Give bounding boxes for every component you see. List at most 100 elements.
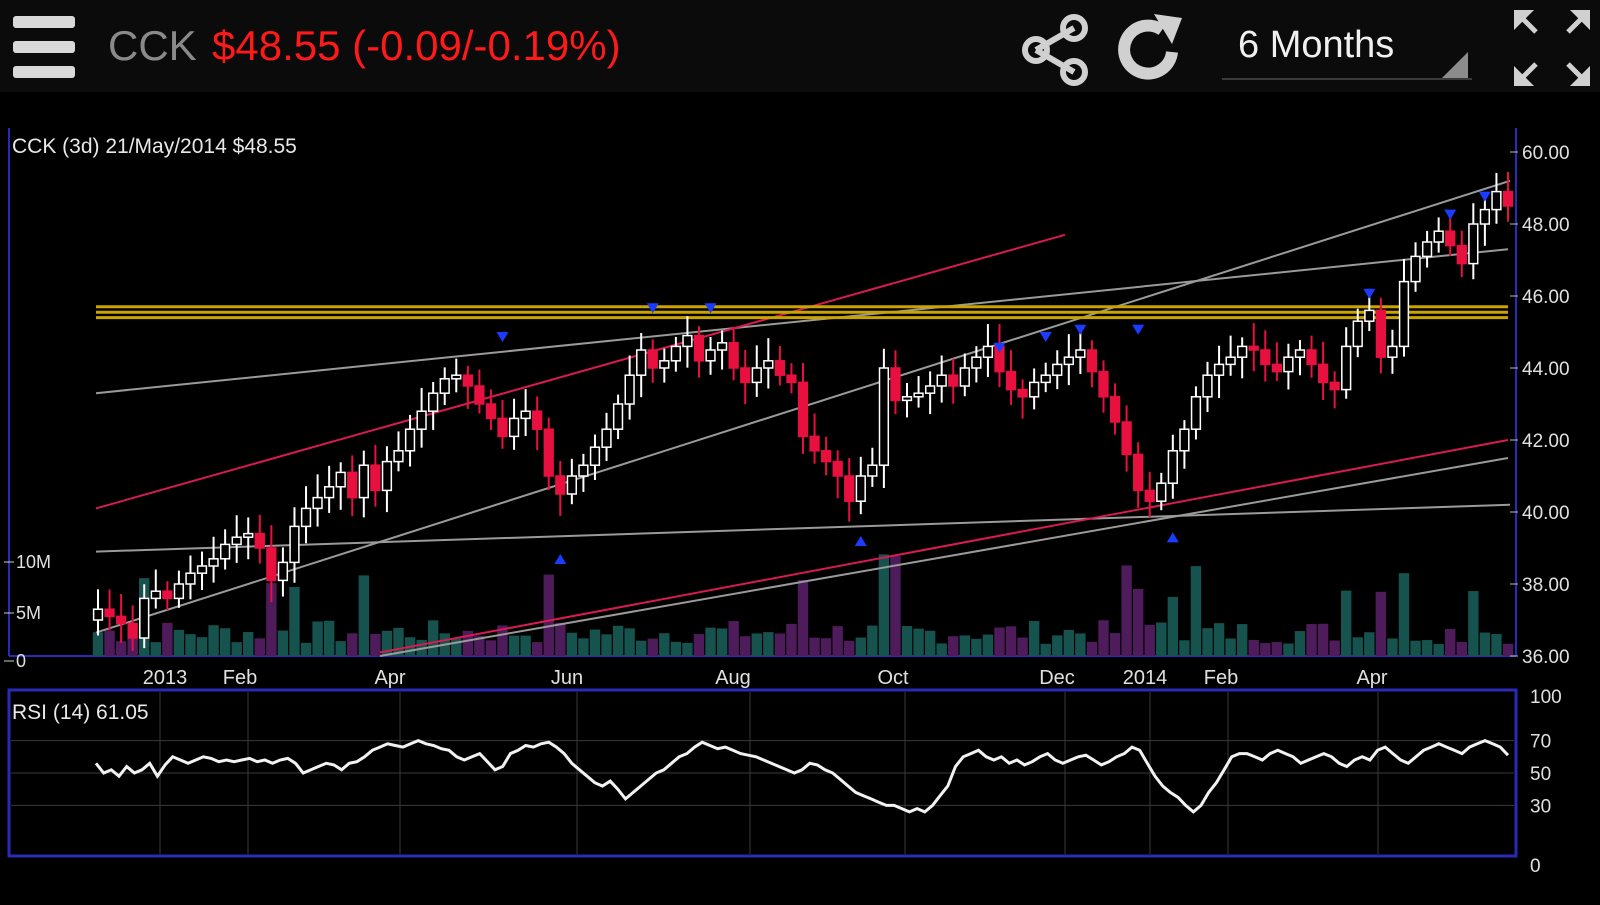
volume-bar	[485, 640, 497, 656]
pivot-high-marker	[496, 332, 509, 342]
volume-bar	[1040, 643, 1051, 656]
volume-bar	[1213, 623, 1225, 656]
candle-body	[532, 410, 543, 430]
volume-bar	[347, 633, 358, 656]
candle-body	[127, 622, 138, 639]
candle-body	[543, 428, 554, 477]
volume-bar	[231, 642, 242, 656]
candle-body	[1364, 309, 1375, 322]
volume-bar	[277, 630, 289, 656]
candle-body	[1410, 255, 1421, 283]
candle-body	[508, 417, 520, 438]
volume-bar	[740, 636, 751, 656]
candle-body	[1063, 356, 1074, 366]
volume-bar	[300, 642, 312, 656]
candle-body	[393, 450, 404, 463]
volume-bar	[1445, 629, 1456, 656]
candle-body	[659, 360, 670, 369]
pivot-high-marker	[1363, 288, 1376, 299]
volume-bar	[1456, 641, 1467, 656]
share-icon[interactable]	[1018, 12, 1092, 88]
candle-body	[358, 464, 369, 499]
volume-bar	[855, 637, 866, 656]
candle-body	[312, 496, 323, 510]
volume-bar	[612, 625, 624, 656]
volume-bar	[1433, 643, 1444, 656]
x-tick-label: Jun	[551, 667, 583, 689]
volume-bar	[1468, 591, 1479, 656]
y-tick-label: 60.00	[1522, 143, 1570, 164]
candle-body	[439, 378, 450, 394]
candle-body	[763, 360, 774, 369]
volume-bar	[601, 634, 612, 656]
x-tick-label: Feb	[1204, 667, 1238, 689]
price-change: $48.55 (-0.09/-0.19%)	[212, 22, 621, 69]
period-dropdown[interactable]: 6 Months	[1222, 18, 1472, 82]
volume-bar	[982, 634, 994, 656]
volume-tick-label: 0	[16, 651, 26, 671]
candle-body	[890, 367, 901, 402]
candle-body	[878, 367, 890, 466]
volume-bar	[1017, 637, 1028, 656]
menu-icon[interactable]	[10, 14, 78, 80]
volume-bar	[185, 634, 196, 656]
y-tick-label: 44.00	[1522, 359, 1570, 380]
volume-bar	[1329, 640, 1340, 656]
candle-body	[1086, 349, 1098, 373]
volume-bar	[693, 634, 705, 656]
candle-body	[647, 349, 658, 369]
candle-body	[855, 475, 866, 502]
rsi-tick-label: 0	[1530, 856, 1541, 877]
candle-body	[1294, 349, 1306, 358]
volume-bar	[508, 635, 520, 656]
candle-body	[139, 597, 150, 639]
axis-labels: 60.00 48.00 46.00 44.00 42.00 40.00 38.00 36.00…	[4, 143, 1570, 689]
candle-body	[416, 410, 427, 430]
candle-body	[173, 583, 185, 600]
candle-body	[1075, 349, 1086, 358]
volume-bar	[289, 587, 300, 656]
y-tick-label: 38.00	[1522, 575, 1570, 596]
candle-body	[924, 385, 936, 394]
rsi-tick-label: 50	[1530, 764, 1551, 785]
candle-body	[740, 367, 751, 384]
candle-body	[555, 475, 566, 495]
refresh-icon[interactable]	[1110, 8, 1190, 88]
volume-bar	[1410, 640, 1421, 656]
candle-body	[1456, 244, 1467, 265]
volume-bar	[867, 625, 878, 656]
candle-body	[1202, 374, 1213, 398]
candle-body	[185, 572, 196, 585]
candle-body	[1098, 370, 1109, 398]
fullscreen-icon[interactable]	[1510, 6, 1594, 90]
volume-bar	[543, 574, 554, 656]
volume-bar	[705, 627, 716, 656]
chart-area: 60.00 48.00 46.00 44.00 42.00 40.00 38.00 36.00…	[0, 92, 1600, 900]
candle-body	[820, 450, 832, 463]
volume-bar	[959, 635, 971, 656]
volume-bar	[924, 630, 936, 656]
volume-bar	[1063, 629, 1075, 656]
candle-body	[1341, 345, 1352, 391]
rsi-grid	[11, 692, 1514, 854]
candle-body	[1317, 363, 1329, 384]
candle-body	[243, 532, 254, 538]
price-chart[interactable]: 60.00 48.00 46.00 44.00 42.00 40.00 38.00 36.00…	[0, 92, 1600, 900]
x-tick-label: Oct	[877, 667, 909, 689]
volume-bar	[1340, 590, 1352, 656]
volume-bar	[370, 633, 381, 656]
candle-body	[277, 561, 289, 582]
volume-bar	[254, 638, 266, 656]
candle-body	[982, 345, 994, 358]
candle-body	[254, 532, 265, 549]
volume-bar	[763, 632, 774, 656]
candle-body	[578, 464, 589, 477]
candle-body	[462, 374, 473, 387]
volume-bar	[219, 628, 231, 656]
volume-bar	[844, 640, 855, 656]
volume-bar	[1225, 638, 1236, 656]
candle-body	[104, 608, 115, 618]
pivot-high-marker	[1478, 191, 1491, 202]
rsi-line	[94, 738, 1510, 814]
volume-bar	[335, 641, 346, 656]
